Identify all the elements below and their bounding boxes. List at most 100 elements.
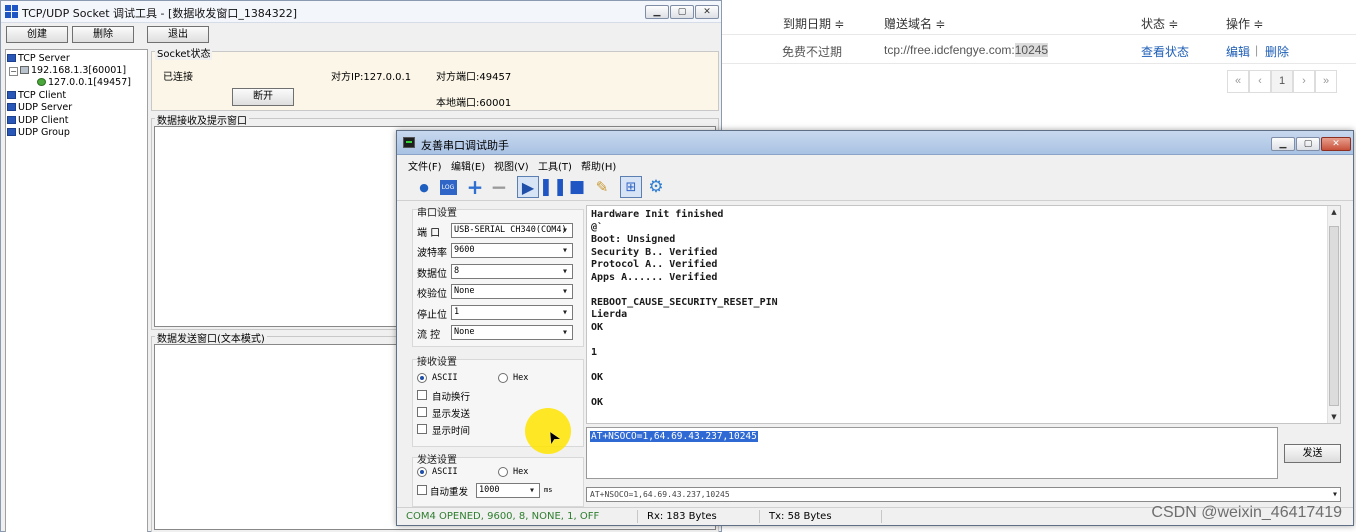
- send-input[interactable]: AT+NSOCO=1,64.69.43.237,10245: [586, 427, 1278, 479]
- receive-line: Lierda: [591, 309, 628, 320]
- maximize-button[interactable]: ▢: [1296, 137, 1320, 151]
- tree-item-udp-client[interactable]: UDP Client: [7, 115, 69, 126]
- watermark: CSDN @weixin_46417419: [1151, 504, 1342, 521]
- page-last-button[interactable]: »: [1315, 70, 1337, 93]
- create-button[interactable]: 创建: [6, 26, 68, 43]
- new-window-icon[interactable]: ⊞: [620, 176, 642, 198]
- gear-icon[interactable]: ⚙: [645, 176, 667, 198]
- maximize-button[interactable]: ▢: [670, 5, 694, 19]
- minimize-button[interactable]: ▁: [1271, 137, 1295, 151]
- server-icon: [7, 103, 16, 111]
- send-button[interactable]: 发送: [1284, 444, 1341, 463]
- receive-line: OK: [591, 371, 604, 383]
- socket-tool-titlebar[interactable]: TCP/UDP Socket 调试工具 - [数据收发窗口_1384322] ▁…: [1, 1, 721, 23]
- receive-textarea[interactable]: Hardware Init finished @` Boot: Unsigned Se…: [586, 205, 1341, 424]
- computer-icon: [20, 66, 29, 74]
- parity-select[interactable]: None: [451, 284, 573, 299]
- scroll-thumb[interactable]: [1329, 226, 1339, 406]
- minus-icon[interactable]: −: [488, 175, 510, 199]
- col-expire-date[interactable]: 到期日期 ≑: [783, 15, 844, 32]
- receive-line: OK: [591, 321, 604, 333]
- port-select[interactable]: USB-SERIAL CH340(COM4): [451, 223, 573, 238]
- tree-item-udp-server[interactable]: UDP Server: [7, 102, 72, 113]
- log-icon[interactable]: LOG: [437, 176, 459, 198]
- auto-newline-checkbox[interactable]: [417, 390, 427, 400]
- terminal-icon: [403, 137, 415, 148]
- auto-newline-label: 自动换行: [432, 392, 471, 403]
- page-1-button[interactable]: 1: [1271, 70, 1293, 93]
- show-send-label: 显示发送: [432, 409, 471, 420]
- stop-icon[interactable]: ■: [566, 176, 588, 198]
- stopbits-label: 停止位: [417, 310, 447, 321]
- menu-help[interactable]: 帮助(H): [581, 158, 616, 173]
- minimize-button[interactable]: ▁: [645, 5, 669, 19]
- local-port: 本地端口:60001: [436, 98, 512, 109]
- scroll-down-icon[interactable]: ▼: [1328, 411, 1340, 423]
- socket-status-group: Socket状态 已连接 对方IP:127.0.0.1 对方端口:49457 本…: [151, 45, 719, 111]
- flow-select[interactable]: None: [451, 325, 573, 340]
- menu-file[interactable]: 文件(F): [408, 158, 442, 173]
- send-ascii-radio[interactable]: [417, 467, 427, 477]
- page-prev-button[interactable]: ‹: [1249, 70, 1271, 93]
- show-send-checkbox[interactable]: [417, 407, 427, 417]
- tree-item-tcp-client[interactable]: TCP Client: [7, 90, 66, 101]
- stopbits-select[interactable]: 1: [451, 305, 573, 320]
- tree-item-udp-group[interactable]: UDP Group: [7, 127, 70, 138]
- connection-tree: TCP Server −192.168.1.3[60001] 127.0.0.1…: [5, 49, 148, 532]
- send-hex-radio[interactable]: [498, 467, 508, 477]
- auto-resend-label: 自动重发: [430, 487, 469, 498]
- exit-button[interactable]: 退出: [147, 26, 209, 43]
- menu-view[interactable]: 视图(V): [494, 158, 529, 173]
- play-icon[interactable]: ▶: [517, 176, 539, 198]
- col-actions[interactable]: 操作 ≑: [1226, 15, 1263, 32]
- tree-item-server-addr[interactable]: −192.168.1.3[60001]: [9, 65, 126, 76]
- close-button[interactable]: ✕: [695, 5, 719, 19]
- recv-panel-title: 数据接收及提示窗口: [155, 112, 249, 127]
- port-status: COM4 OPENED, 9600, 8, NONE, 1, OFF: [406, 511, 600, 522]
- receive-line: 1: [591, 346, 598, 358]
- receive-line: Hardware Init finished: [591, 209, 724, 220]
- clear-brush-icon[interactable]: ✎: [591, 176, 613, 198]
- disconnect-button[interactable]: 断开: [232, 88, 294, 106]
- recv-hex-label: Hex: [513, 373, 529, 383]
- col-status[interactable]: 状态 ≑: [1141, 15, 1178, 32]
- tx-count: Tx: 58 Bytes: [769, 511, 832, 522]
- delete-button[interactable]: 删除: [72, 26, 134, 43]
- plus-icon[interactable]: +: [464, 175, 486, 199]
- delete-link[interactable]: 删除: [1265, 43, 1289, 60]
- recv-ascii-radio[interactable]: [417, 373, 427, 383]
- flow-label: 流 控: [417, 330, 441, 341]
- status-divider: [881, 510, 882, 523]
- domain-prefix: tcp://free.idcfengye.com:: [884, 43, 1015, 57]
- menu-tools[interactable]: 工具(T): [538, 158, 572, 173]
- baud-select[interactable]: 9600: [451, 243, 573, 258]
- expand-icon[interactable]: −: [9, 67, 18, 76]
- save-icon[interactable]: ●: [413, 176, 435, 198]
- domain-value: tcp://free.idcfengye.com:10245: [884, 43, 1049, 57]
- view-status-link[interactable]: 查看状态: [1141, 43, 1189, 60]
- receive-scrollbar[interactable]: ▲ ▼: [1327, 206, 1340, 423]
- edit-link[interactable]: 编辑: [1226, 43, 1250, 60]
- auto-resend-checkbox[interactable]: [417, 485, 427, 495]
- col-gift-domain[interactable]: 赠送域名 ≑: [884, 15, 945, 32]
- page-next-button[interactable]: ›: [1293, 70, 1315, 93]
- scroll-up-icon[interactable]: ▲: [1328, 206, 1340, 218]
- tree-item-client-addr[interactable]: 127.0.0.1[49457]: [37, 77, 131, 88]
- port-label: 端 口: [417, 228, 441, 239]
- show-time-checkbox[interactable]: [417, 424, 427, 434]
- serial-titlebar[interactable]: 友善串口调试助手 ▁ ▢ ✕: [397, 131, 1353, 155]
- page-first-button[interactable]: «: [1227, 70, 1249, 93]
- databits-select[interactable]: 8: [451, 264, 573, 279]
- baud-label: 波特率: [417, 248, 447, 259]
- close-button[interactable]: ✕: [1321, 137, 1351, 151]
- parity-label: 校验位: [417, 289, 447, 300]
- client-icon: [7, 116, 16, 124]
- recv-hex-radio[interactable]: [498, 373, 508, 383]
- menu-edit[interactable]: 编辑(E): [451, 158, 485, 173]
- receive-line: Boot: Unsigned: [591, 234, 676, 245]
- resend-interval-input[interactable]: 1000: [476, 483, 540, 498]
- pause-icon[interactable]: ❚❚: [539, 176, 568, 198]
- tree-item-tcp-server[interactable]: TCP Server: [7, 53, 70, 64]
- interval-unit: ms: [544, 486, 553, 494]
- send-history-dropdown[interactable]: AT+NSOCO=1,64.69.43.237,10245: [586, 487, 1341, 502]
